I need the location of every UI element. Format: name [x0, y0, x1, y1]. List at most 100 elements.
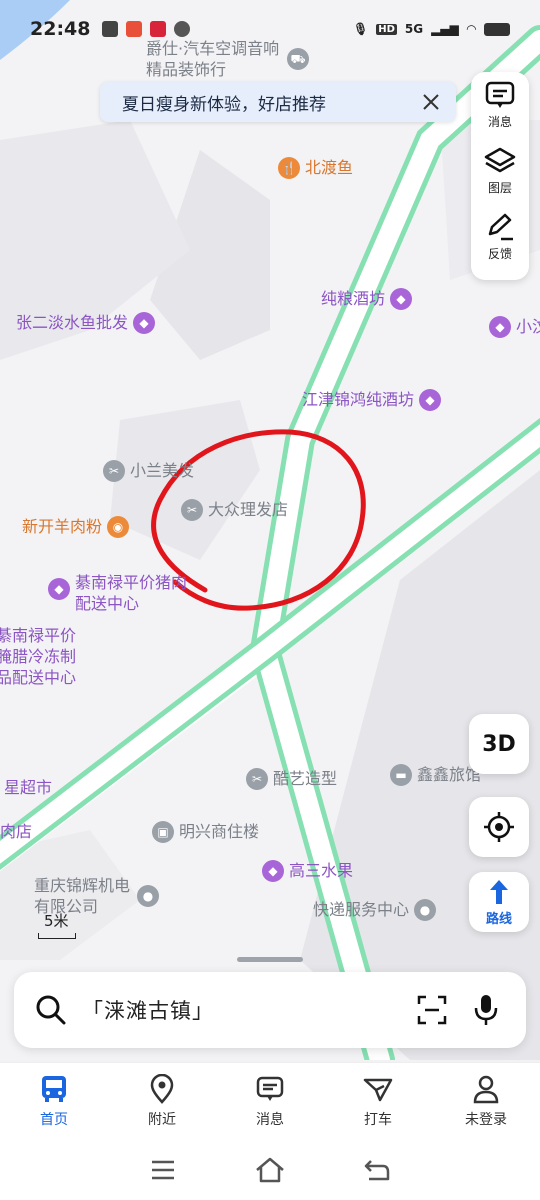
poi-xiaowen[interactable]: ◆ 小汶	[489, 316, 540, 338]
tool-message[interactable]: 消息	[471, 80, 529, 146]
poi-pork-center[interactable]: ◆ 綦南禄平价猪肉配送中心	[48, 572, 198, 614]
shop-icon: ◆	[419, 389, 442, 411]
poi-label: 星超市	[4, 778, 53, 797]
locate-button[interactable]	[469, 797, 529, 857]
scissors-icon: ✂	[103, 460, 125, 482]
poi-label: 张二淡水鱼批发	[16, 313, 129, 332]
poi-label: 小兰美发	[130, 461, 195, 480]
shop-icon: ◆	[390, 288, 413, 310]
poi-express[interactable]: 快递服务中心 ●	[313, 899, 437, 921]
home-icon	[256, 1157, 284, 1183]
voice-button[interactable]	[466, 990, 506, 1030]
poi-label: 綦南禄平价腌腊冷冻制品配送中心	[0, 626, 77, 687]
view-3d-button[interactable]: 3D	[469, 714, 529, 774]
poi-yangroufen[interactable]: 新开羊肉粉 ◉	[22, 516, 130, 538]
bowl-icon: ◉	[107, 516, 130, 538]
poi-jiangjin[interactable]: 江津锦鸿纯酒坊 ◆	[302, 389, 442, 411]
poi-meat-shop[interactable]: 肉店	[0, 822, 32, 842]
basket-icon: ◆	[133, 312, 156, 334]
poi-label: 綦南禄平价猪肉配送中心	[75, 573, 188, 613]
layers-icon	[484, 147, 516, 173]
status-time: 22:48	[30, 18, 91, 40]
tool-layers[interactable]: 图层	[471, 146, 529, 212]
message-icon	[485, 81, 515, 108]
scan-button[interactable]	[412, 990, 452, 1030]
promo-banner[interactable]: 夏日瘦身新体验，好店推荐	[100, 82, 456, 122]
banner-text: 夏日瘦身新体验，好店推荐	[122, 94, 326, 115]
network-label: 5G	[404, 22, 424, 36]
search-text[interactable]: 「涞滩古镇」	[82, 995, 412, 1025]
scissors-icon: ✂	[181, 499, 203, 521]
map-scale: 5米	[38, 910, 76, 939]
route-label: 路线	[485, 911, 512, 927]
tab-label: 首页	[40, 1112, 68, 1128]
poi-kuyi[interactable]: ✂ 酷艺造型	[246, 768, 337, 790]
tab-label: 打车	[364, 1112, 392, 1128]
tool-label: 反馈	[487, 247, 512, 261]
location-pin-icon	[150, 1074, 174, 1104]
tool-label: 消息	[487, 115, 512, 129]
tool-label: 图层	[487, 181, 512, 195]
poi-label: 小汶	[516, 317, 540, 336]
poi-label: 高三水果	[289, 861, 354, 880]
menu-button[interactable]	[143, 1150, 183, 1190]
tab-bar: 首页 附近 消息 打车 未登录	[0, 1062, 540, 1140]
poi-beiduyu[interactable]: 🍴 北渡鱼	[278, 157, 353, 179]
poi-gaosan[interactable]: ◆ 高三水果	[262, 860, 353, 882]
poi-dazhong[interactable]: ✂ 大众理发店	[181, 499, 288, 521]
poi-xinxin-hotel[interactable]: ▬ 鑫鑫旅馆	[390, 764, 481, 786]
wechat-icon	[102, 21, 119, 37]
system-nav-bar	[0, 1140, 540, 1200]
route-arrow-icon	[490, 879, 508, 904]
tab-taxi[interactable]: 打车	[324, 1063, 432, 1140]
poi-label: 江津锦鸿纯酒坊	[302, 390, 415, 409]
tab-messages[interactable]: 消息	[216, 1063, 324, 1140]
poi-chunliang[interactable]: 纯粮酒坊 ◆	[321, 288, 413, 310]
tab-label: 附近	[148, 1112, 176, 1128]
bus-icon	[42, 1076, 66, 1102]
status-bar: 22:48 🎙 HD 5G ▂▄▆ ◠	[0, 0, 540, 58]
map-view[interactable]: 爵仕·汽车空调音响精品装饰行 ⛟ 🍴 北渡鱼 纯粮酒坊 ◆ 张二淡水鱼批发 ◆ …	[0, 0, 540, 1060]
home-button[interactable]	[250, 1150, 290, 1190]
fork-knife-icon: 🍴	[278, 157, 300, 179]
poi-frozen-center[interactable]: 綦南禄平价腌腊冷冻制品配送中心	[0, 625, 92, 688]
wifi-icon: ◠	[466, 22, 476, 36]
menu-icon	[152, 1160, 175, 1180]
tab-label: 未登录	[465, 1112, 507, 1128]
drag-handle[interactable]	[237, 957, 303, 962]
tab-profile[interactable]: 未登录	[432, 1063, 540, 1140]
tab-label: 消息	[256, 1112, 284, 1128]
poi-label: 大众理发店	[208, 500, 289, 519]
poi-label: 纯粮酒坊	[321, 289, 386, 308]
close-icon[interactable]	[420, 91, 442, 113]
scan-icon	[417, 995, 447, 1025]
poi-mingxing[interactable]: ▣ 明兴商住楼	[152, 821, 259, 843]
poi-label: 新开羊肉粉	[22, 517, 103, 536]
feedback-icon	[488, 213, 513, 241]
poi-zhanger[interactable]: 张二淡水鱼批发 ◆	[16, 312, 156, 334]
tool-feedback[interactable]: 反馈	[471, 212, 529, 278]
system-icons: 🎙 HD 5G ▂▄▆ ◠	[353, 22, 510, 36]
scale-label: 5米	[44, 912, 69, 930]
route-button[interactable]: 路线	[469, 872, 529, 932]
poi-supermarket[interactable]: 星超市	[4, 778, 52, 798]
location-pin-icon: ●	[414, 899, 437, 921]
crosshair-icon	[484, 812, 514, 842]
map-tool-panel: 消息 图层 反馈	[471, 72, 529, 280]
poi-label: 快递服务中心	[313, 900, 410, 919]
tab-nearby[interactable]: 附近	[108, 1063, 216, 1140]
signal-icon: ▂▄▆	[431, 22, 459, 36]
microphone-icon: 🎙	[352, 22, 369, 36]
basket-icon: ◆	[489, 316, 511, 338]
basket-icon: ◆	[262, 860, 284, 882]
tab-home[interactable]: 首页	[0, 1063, 108, 1140]
search-bar[interactable]: 「涞滩古镇」	[14, 972, 526, 1048]
back-button[interactable]	[357, 1150, 397, 1190]
notification-icons	[102, 21, 191, 37]
search-icon	[36, 995, 66, 1025]
poi-label: 肉店	[0, 822, 33, 841]
message-icon	[256, 1076, 284, 1101]
poi-xiaolan[interactable]: ✂ 小兰美发	[103, 460, 194, 482]
hd-icon: HD	[376, 23, 397, 35]
app-notification-icon	[126, 21, 143, 37]
